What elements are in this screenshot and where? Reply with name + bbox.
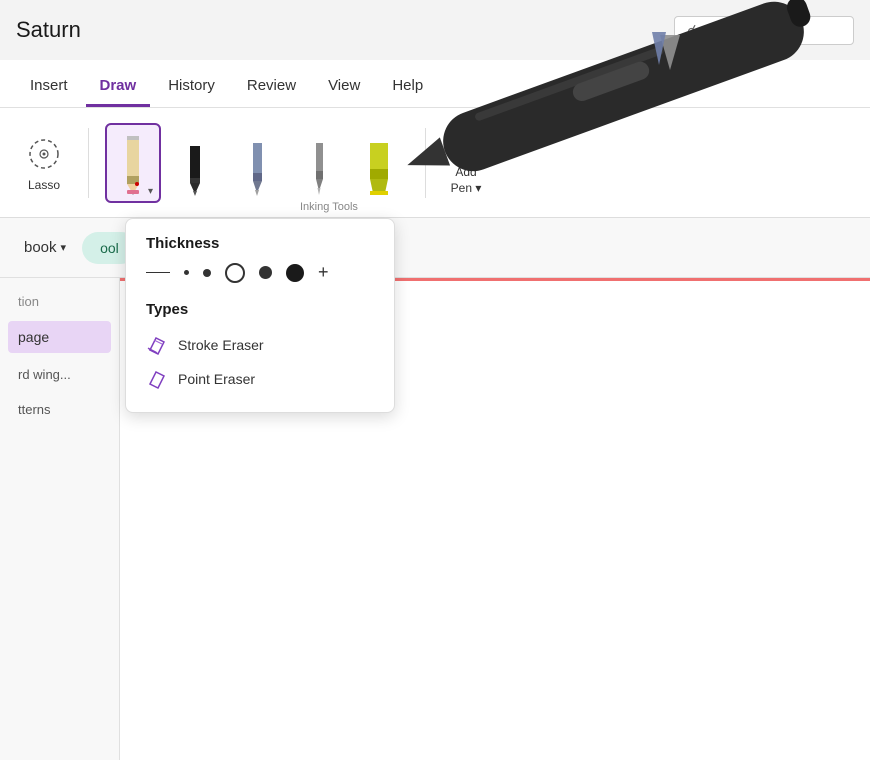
highlighter-icon-svg [363, 139, 399, 197]
thickness-md-option[interactable] [225, 263, 245, 283]
app-title: Saturn [16, 17, 81, 43]
thickness-options: + [146, 262, 374, 283]
pen-tools-group: ▾ [105, 123, 409, 203]
menu-review[interactable]: Review [233, 67, 310, 107]
lasso-tool[interactable]: Lasso [16, 126, 72, 200]
menu-draw[interactable]: Draw [86, 67, 151, 107]
notebook-label: book [24, 239, 57, 256]
inking-tools-label: Inking Tools [300, 201, 358, 213]
thickness-sm-option[interactable] [203, 269, 211, 277]
ribbon-divider-2 [425, 128, 426, 198]
thickness-lg-option[interactable] [259, 266, 272, 279]
pen3-icon-container [293, 132, 345, 197]
menu-bar: Insert Draw History Review View Help [0, 60, 870, 108]
search-input[interactable] [704, 22, 824, 38]
menu-view[interactable]: View [314, 67, 374, 107]
notebook-button[interactable]: book ▾ [16, 235, 74, 260]
thickness-line-option[interactable] [146, 272, 170, 273]
sidebar: tion page rd wing... tterns [0, 278, 120, 760]
point-eraser-icon [146, 368, 168, 390]
pen1-icon-container [169, 132, 221, 197]
ribbon-toolbar: Lasso [0, 108, 870, 218]
thickness-title: Thickness [146, 235, 374, 252]
stroke-eraser-label: Stroke Eraser [178, 337, 264, 353]
point-eraser-option[interactable]: Point Eraser [146, 362, 374, 396]
pen2-icon-container [231, 132, 283, 197]
sidebar-item-page[interactable]: page [8, 321, 111, 353]
add-pen-button[interactable]: + AddPen ▾ [442, 121, 490, 204]
pen2-icon-svg [243, 139, 271, 197]
menu-history[interactable]: History [154, 67, 229, 107]
thickness-xs-option[interactable] [184, 270, 189, 275]
stroke-eraser-icon [146, 334, 168, 356]
ribbon-divider [88, 128, 89, 198]
stroke-eraser-option[interactable]: Stroke Eraser [146, 328, 374, 362]
pencil-icon-svg [117, 132, 149, 197]
pen-tool-3[interactable] [291, 123, 347, 203]
sidebar-item-wing[interactable]: rd wing... [8, 361, 111, 388]
point-eraser-label: Point Eraser [178, 371, 255, 387]
thickness-xl-option[interactable] [286, 264, 304, 282]
title-bar: Saturn ☌ [0, 0, 870, 60]
add-pen-plus-icon: + [450, 129, 482, 161]
pen-tool-2[interactable] [229, 123, 285, 203]
search-icon: ☌ [687, 22, 696, 39]
pen-tool-1[interactable] [167, 123, 223, 203]
pencil-tool[interactable]: ▾ [105, 123, 161, 203]
lasso-label: Lasso [28, 178, 60, 192]
notebook-chevron-icon: ▾ [61, 241, 67, 254]
sidebar-section-label: tion [8, 290, 111, 313]
pencil-dropdown-arrow[interactable]: ▾ [148, 186, 153, 197]
search-box[interactable]: ☌ [674, 16, 854, 45]
menu-insert[interactable]: Insert [16, 67, 82, 107]
menu-help[interactable]: Help [378, 67, 437, 107]
thickness-plus-icon[interactable]: + [318, 262, 329, 283]
lasso-icon [24, 134, 64, 174]
pen1-icon-svg [181, 142, 209, 197]
types-title: Types [146, 301, 374, 318]
highlighter-tool[interactable] [353, 123, 409, 203]
thickness-popup: Thickness + Types Stroke Eraser Point Er… [125, 218, 395, 413]
add-pen-label: AddPen ▾ [451, 165, 482, 196]
highlighter-icon-container [355, 132, 407, 197]
sidebar-item-patterns[interactable]: tterns [8, 396, 111, 423]
pen3-icon-svg [305, 139, 333, 197]
